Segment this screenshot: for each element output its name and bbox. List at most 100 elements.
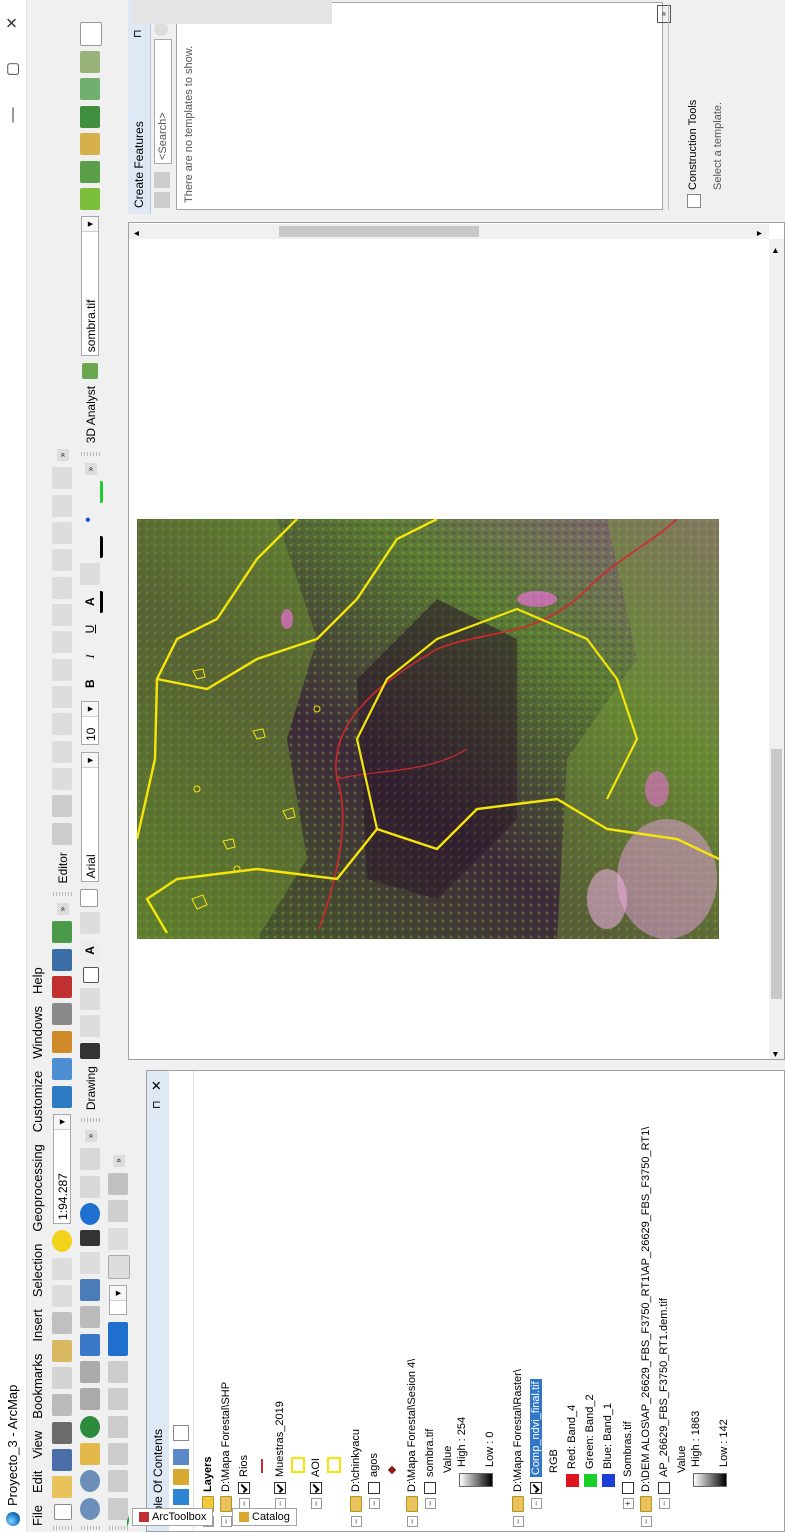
toc-row-sombra[interactable]: − sombra.tif [421,1429,439,1509]
toc-row-sesion4[interactable]: − D:\Mapa Forestal\Sesion 4\ [403,1359,421,1527]
menu-view[interactable]: View [27,1425,48,1465]
filter-icon[interactable] [154,172,170,188]
editor-menu[interactable]: Editor [56,852,70,883]
point-icon[interactable] [52,686,72,709]
print-icon[interactable] [52,1421,72,1444]
list-by-source-icon[interactable] [173,1489,189,1505]
cut-polygon-icon[interactable] [52,603,72,626]
collapse-icon[interactable]: − [424,1498,436,1509]
rectangle-icon[interactable] [83,966,99,983]
3d-analyst-menu[interactable]: 3D Analyst [84,386,98,443]
template-search-input[interactable]: <Search> [154,39,172,164]
edit-vertices-icon[interactable] [80,912,100,935]
toolbar-overflow-icon[interactable]: » [85,462,97,475]
collapse-icon[interactable]: − [512,1516,524,1527]
collapse-icon[interactable]: − [310,1498,322,1509]
fill-color-icon[interactable] [80,563,100,586]
template-list[interactable]: There are no templates to show. » [176,2,671,210]
toolbar-overflow-icon[interactable]: » [57,448,69,461]
arctoolbox-tab[interactable]: ArcToolbox [132,1508,214,1526]
menu-help[interactable]: Help [27,961,48,1000]
scroll-down-icon[interactable]: ▾ [754,231,765,236]
select-elements-icon[interactable] [80,1230,100,1247]
collapse-icon[interactable]: − [220,1516,232,1527]
search-icon[interactable] [154,22,168,36]
scroll-right-icon[interactable]: ▸ [770,248,781,253]
flicker-icon[interactable] [108,1172,128,1195]
new-document-icon[interactable] [54,1503,72,1520]
splitter[interactable] [668,4,677,210]
menu-geoprocessing[interactable]: Geoprocessing [27,1138,48,1237]
effects-layer-combo[interactable]: ▼ [109,1285,127,1316]
list-by-visibility-icon[interactable] [173,1469,189,1485]
adjust-contrast-icon[interactable] [108,1254,130,1279]
rotate-icon[interactable] [52,549,72,572]
italic-button[interactable]: I [80,645,100,667]
endpoint-arc-icon[interactable] [52,740,72,763]
scroll-thumb[interactable] [279,226,479,237]
visibility-checkbox[interactable] [658,1482,671,1494]
interpolate-line-icon[interactable] [80,105,100,128]
collapse-icon[interactable]: − [368,1498,380,1509]
fixed-zoom-in-icon[interactable] [80,1388,100,1411]
visibility-checkbox[interactable] [368,1482,381,1494]
expand-icon[interactable]: + [622,1498,634,1509]
fixed-zoom-out-icon[interactable] [80,1360,100,1383]
pan-icon[interactable] [80,1442,100,1465]
layer-combo[interactable]: sombra.tif ▼ [81,216,99,357]
reshape-icon[interactable] [52,631,72,654]
bold-button[interactable]: B [80,673,100,695]
font-combo[interactable]: Arial ▼ [81,752,99,883]
zoom-out-icon[interactable] [80,1470,100,1493]
toolbar-overflow-icon[interactable]: » [85,1129,97,1142]
model-builder-icon[interactable] [52,921,72,944]
visibility-checkbox[interactable] [238,1482,251,1494]
toolbar-overflow-icon[interactable]: » [113,1154,125,1167]
rotate-raster-icon[interactable] [108,1442,128,1465]
menu-edit[interactable]: Edit [27,1465,48,1499]
zoom-in-icon[interactable] [80,1497,100,1520]
catalog-icon[interactable] [52,1030,72,1053]
clear-selection-icon[interactable] [80,1251,100,1274]
menu-insert[interactable]: Insert [27,1303,48,1348]
steepest-path-icon[interactable] [80,160,100,183]
options-icon[interactable] [173,1425,189,1441]
edit-tool-icon[interactable] [52,822,72,845]
georeferencing-icon[interactable] [108,1497,128,1520]
measure-icon[interactable] [80,1148,100,1171]
visibility-checkbox[interactable] [530,1482,543,1494]
shadow-color-icon[interactable] [80,481,103,504]
delete-icon[interactable] [52,1312,72,1335]
menu-file[interactable]: File [27,1499,48,1532]
toc-row-raster[interactable]: − D:\Mapa Forestal\Raster\ [509,1369,527,1527]
toc-row-sombras[interactable]: + Sombras.tif [619,1421,637,1509]
toc-row-chinkyacu[interactable]: − D:\chinkyacu [347,1429,365,1527]
list-by-selection-icon[interactable] [173,1449,189,1465]
toc-row-agos[interactable]: − agos [365,1453,383,1509]
toc-row-comp[interactable]: − Comp_ndvi_final.tif [527,1379,545,1509]
maximize-button[interactable]: ▢ [0,46,26,92]
menu-customize[interactable]: Customize [27,1065,48,1138]
toc-row-demfile[interactable]: − AP_26629_FBS_F3750_RT1.dem.tif [655,1298,673,1509]
visibility-checkbox[interactable] [424,1482,437,1494]
collapse-icon[interactable]: − [530,1498,542,1509]
menu-bookmarks[interactable]: Bookmarks [27,1348,48,1425]
toc-row-dem[interactable]: − D:\DEM ALOS\AP_26629_FBS_F3750_RT1\AP_2… [637,1127,655,1527]
identify-icon[interactable] [80,1202,100,1225]
select-features-icon[interactable] [80,1278,100,1301]
visibility-checkbox[interactable] [310,1482,323,1494]
pin-icon[interactable]: ⊓ [131,29,144,38]
menu-selection[interactable]: Selection [27,1238,48,1303]
create-features-icon[interactable] [52,467,72,490]
search-window-icon[interactable] [52,1003,72,1026]
vertical-scrollbar[interactable]: ▴ ▾ [129,224,769,239]
interpolate-point-icon[interactable] [80,21,102,46]
trace-icon[interactable] [52,713,72,736]
minimize-button[interactable]: — [0,92,26,138]
map-scale-combo[interactable]: 1:94.287 ▼ [53,1113,71,1224]
adjust-brightness-icon[interactable] [108,1227,128,1250]
python-window-icon[interactable] [52,948,72,971]
add-data-icon[interactable] [52,1230,72,1253]
arctoolbox-icon[interactable] [52,976,72,999]
find-icon[interactable] [80,1175,100,1198]
